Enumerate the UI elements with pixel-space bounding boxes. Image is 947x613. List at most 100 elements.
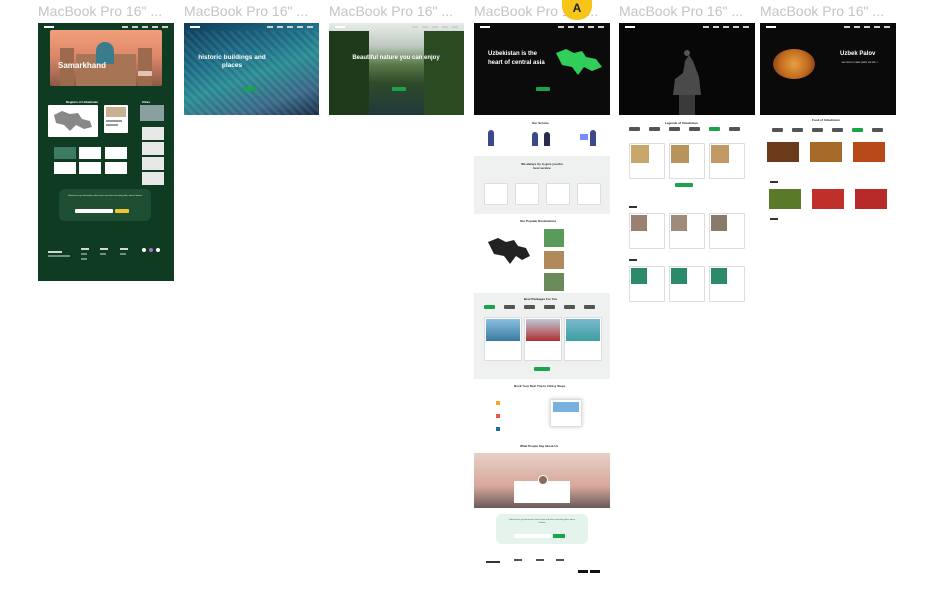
subscribe-box: Subscribe to get information, latest new… bbox=[496, 514, 588, 544]
step-icon bbox=[496, 401, 500, 405]
frame-label-3[interactable]: MacBook Pro 16" ... bbox=[329, 3, 453, 19]
legend-card[interactable] bbox=[629, 266, 665, 302]
food-image[interactable] bbox=[767, 142, 799, 162]
destination-image[interactable] bbox=[544, 229, 564, 247]
view-more-button[interactable] bbox=[675, 183, 693, 187]
city-card[interactable] bbox=[142, 157, 164, 170]
hero-title: Beautiful nature you can enjoy bbox=[352, 55, 440, 61]
city-card[interactable] bbox=[142, 142, 164, 155]
legend-card[interactable] bbox=[709, 143, 745, 179]
package-tab[interactable] bbox=[504, 305, 515, 309]
hero-subtitle[interactable]: see how to make palov via link -> bbox=[838, 61, 882, 65]
package-card[interactable] bbox=[484, 317, 522, 361]
hero-section: Uzbek Palov see how to make palov via li… bbox=[760, 23, 896, 115]
frame-label-5[interactable]: MacBook Pro 16" ... bbox=[619, 3, 743, 19]
package-card[interactable] bbox=[564, 317, 602, 361]
package-tab[interactable] bbox=[584, 305, 595, 309]
hero-title: Uzbekistan is the heart of central asia bbox=[488, 51, 545, 66]
frame-label-6[interactable]: MacBook Pro 16" ... bbox=[760, 3, 884, 19]
hero-button[interactable] bbox=[392, 87, 406, 91]
package-tab[interactable] bbox=[524, 305, 535, 309]
email-input[interactable] bbox=[514, 534, 552, 538]
food-tab[interactable] bbox=[812, 128, 823, 132]
best-service-section: We always try to give you the best servi… bbox=[474, 156, 610, 214]
food-image[interactable] bbox=[810, 142, 842, 162]
frame-2[interactable]: historic buildings and places bbox=[184, 23, 319, 115]
hero-button[interactable] bbox=[536, 87, 550, 91]
trip-card[interactable] bbox=[550, 399, 582, 427]
package-card[interactable] bbox=[524, 317, 562, 361]
frame2-nav bbox=[184, 23, 319, 31]
legend-card[interactable] bbox=[629, 213, 665, 249]
legend-tab[interactable] bbox=[649, 127, 660, 131]
frame-1[interactable]: Samarkhand Regions of Uzbekistan Cities … bbox=[38, 23, 174, 281]
package-tab[interactable] bbox=[484, 305, 495, 309]
cities-title: Cities bbox=[142, 100, 151, 104]
food-image[interactable] bbox=[769, 189, 801, 209]
info-card[interactable] bbox=[79, 162, 101, 174]
frame-6[interactable]: Uzbek Palov see how to make palov via li… bbox=[760, 23, 896, 223]
food-image[interactable] bbox=[855, 189, 887, 209]
subscribe-button[interactable] bbox=[553, 534, 565, 538]
info-card[interactable] bbox=[54, 147, 76, 159]
city-card[interactable] bbox=[142, 127, 164, 140]
city-card[interactable] bbox=[140, 105, 164, 121]
service-illustration bbox=[480, 128, 508, 148]
service-title: Our Service bbox=[532, 121, 549, 125]
info-card[interactable] bbox=[105, 147, 127, 159]
regions-map-card[interactable] bbox=[48, 105, 98, 137]
legend-tab[interactable] bbox=[629, 127, 640, 131]
destination-image[interactable] bbox=[544, 273, 564, 291]
food-tab[interactable] bbox=[872, 128, 883, 132]
food-tab[interactable] bbox=[832, 128, 843, 132]
legend-card[interactable] bbox=[669, 213, 705, 249]
frame4-nav bbox=[474, 23, 610, 31]
google-play-button[interactable] bbox=[590, 570, 600, 573]
subscribe-text: Subscribe to get information, latest new… bbox=[509, 519, 575, 524]
testimonials-title: What People Say About Us bbox=[520, 444, 559, 448]
legends-title: Legends of Uzbekistan bbox=[665, 121, 698, 125]
hero-section: Uzbekistan is the heart of central asia bbox=[474, 23, 610, 115]
legend-tab[interactable] bbox=[709, 127, 720, 131]
legend-card[interactable] bbox=[629, 143, 665, 179]
legend-tab[interactable] bbox=[729, 127, 740, 131]
package-tab[interactable] bbox=[564, 305, 575, 309]
info-card[interactable] bbox=[54, 162, 76, 174]
food-tab[interactable] bbox=[852, 128, 863, 132]
email-input[interactable] bbox=[75, 209, 113, 213]
legend-card[interactable] bbox=[669, 143, 705, 179]
frame-3[interactable]: Beautiful nature you can enjoy bbox=[329, 23, 464, 115]
destination-image[interactable] bbox=[544, 251, 564, 269]
legend-card[interactable] bbox=[709, 266, 745, 302]
legend-tab[interactable] bbox=[669, 127, 680, 131]
food-tab[interactable] bbox=[792, 128, 803, 132]
subscribe-button[interactable] bbox=[115, 209, 129, 213]
hero-title: Uzbek Palov bbox=[840, 51, 876, 57]
frame-label-1[interactable]: MacBook Pro 16" ... bbox=[38, 3, 162, 19]
region-card[interactable] bbox=[104, 105, 128, 133]
food-image[interactable] bbox=[853, 142, 885, 162]
frame-label-2[interactable]: MacBook Pro 16" ... bbox=[184, 3, 308, 19]
social-icon[interactable] bbox=[156, 248, 160, 252]
legend-tab[interactable] bbox=[689, 127, 700, 131]
frame3-nav bbox=[329, 23, 464, 31]
info-card[interactable] bbox=[79, 147, 101, 159]
hero-button[interactable] bbox=[138, 71, 152, 76]
food-image[interactable] bbox=[812, 189, 844, 209]
step-icon bbox=[496, 427, 500, 431]
hero-button[interactable] bbox=[243, 87, 257, 91]
package-tab[interactable] bbox=[544, 305, 555, 309]
instagram-icon[interactable] bbox=[149, 248, 153, 252]
legend-card[interactable] bbox=[669, 266, 705, 302]
frame-5[interactable]: Legends of Uzbekistan bbox=[619, 23, 755, 303]
view-more-button[interactable] bbox=[534, 367, 550, 371]
social-icon[interactable] bbox=[142, 248, 146, 252]
app-store-button[interactable] bbox=[578, 570, 588, 573]
legend-card[interactable] bbox=[709, 213, 745, 249]
frame-4[interactable]: Uzbekistan is the heart of central asia … bbox=[474, 23, 610, 578]
city-card[interactable] bbox=[142, 172, 164, 185]
info-card[interactable] bbox=[105, 162, 127, 174]
statue-image bbox=[673, 50, 701, 115]
uzbekistan-map-icon bbox=[488, 238, 530, 264]
food-tab[interactable] bbox=[772, 128, 783, 132]
